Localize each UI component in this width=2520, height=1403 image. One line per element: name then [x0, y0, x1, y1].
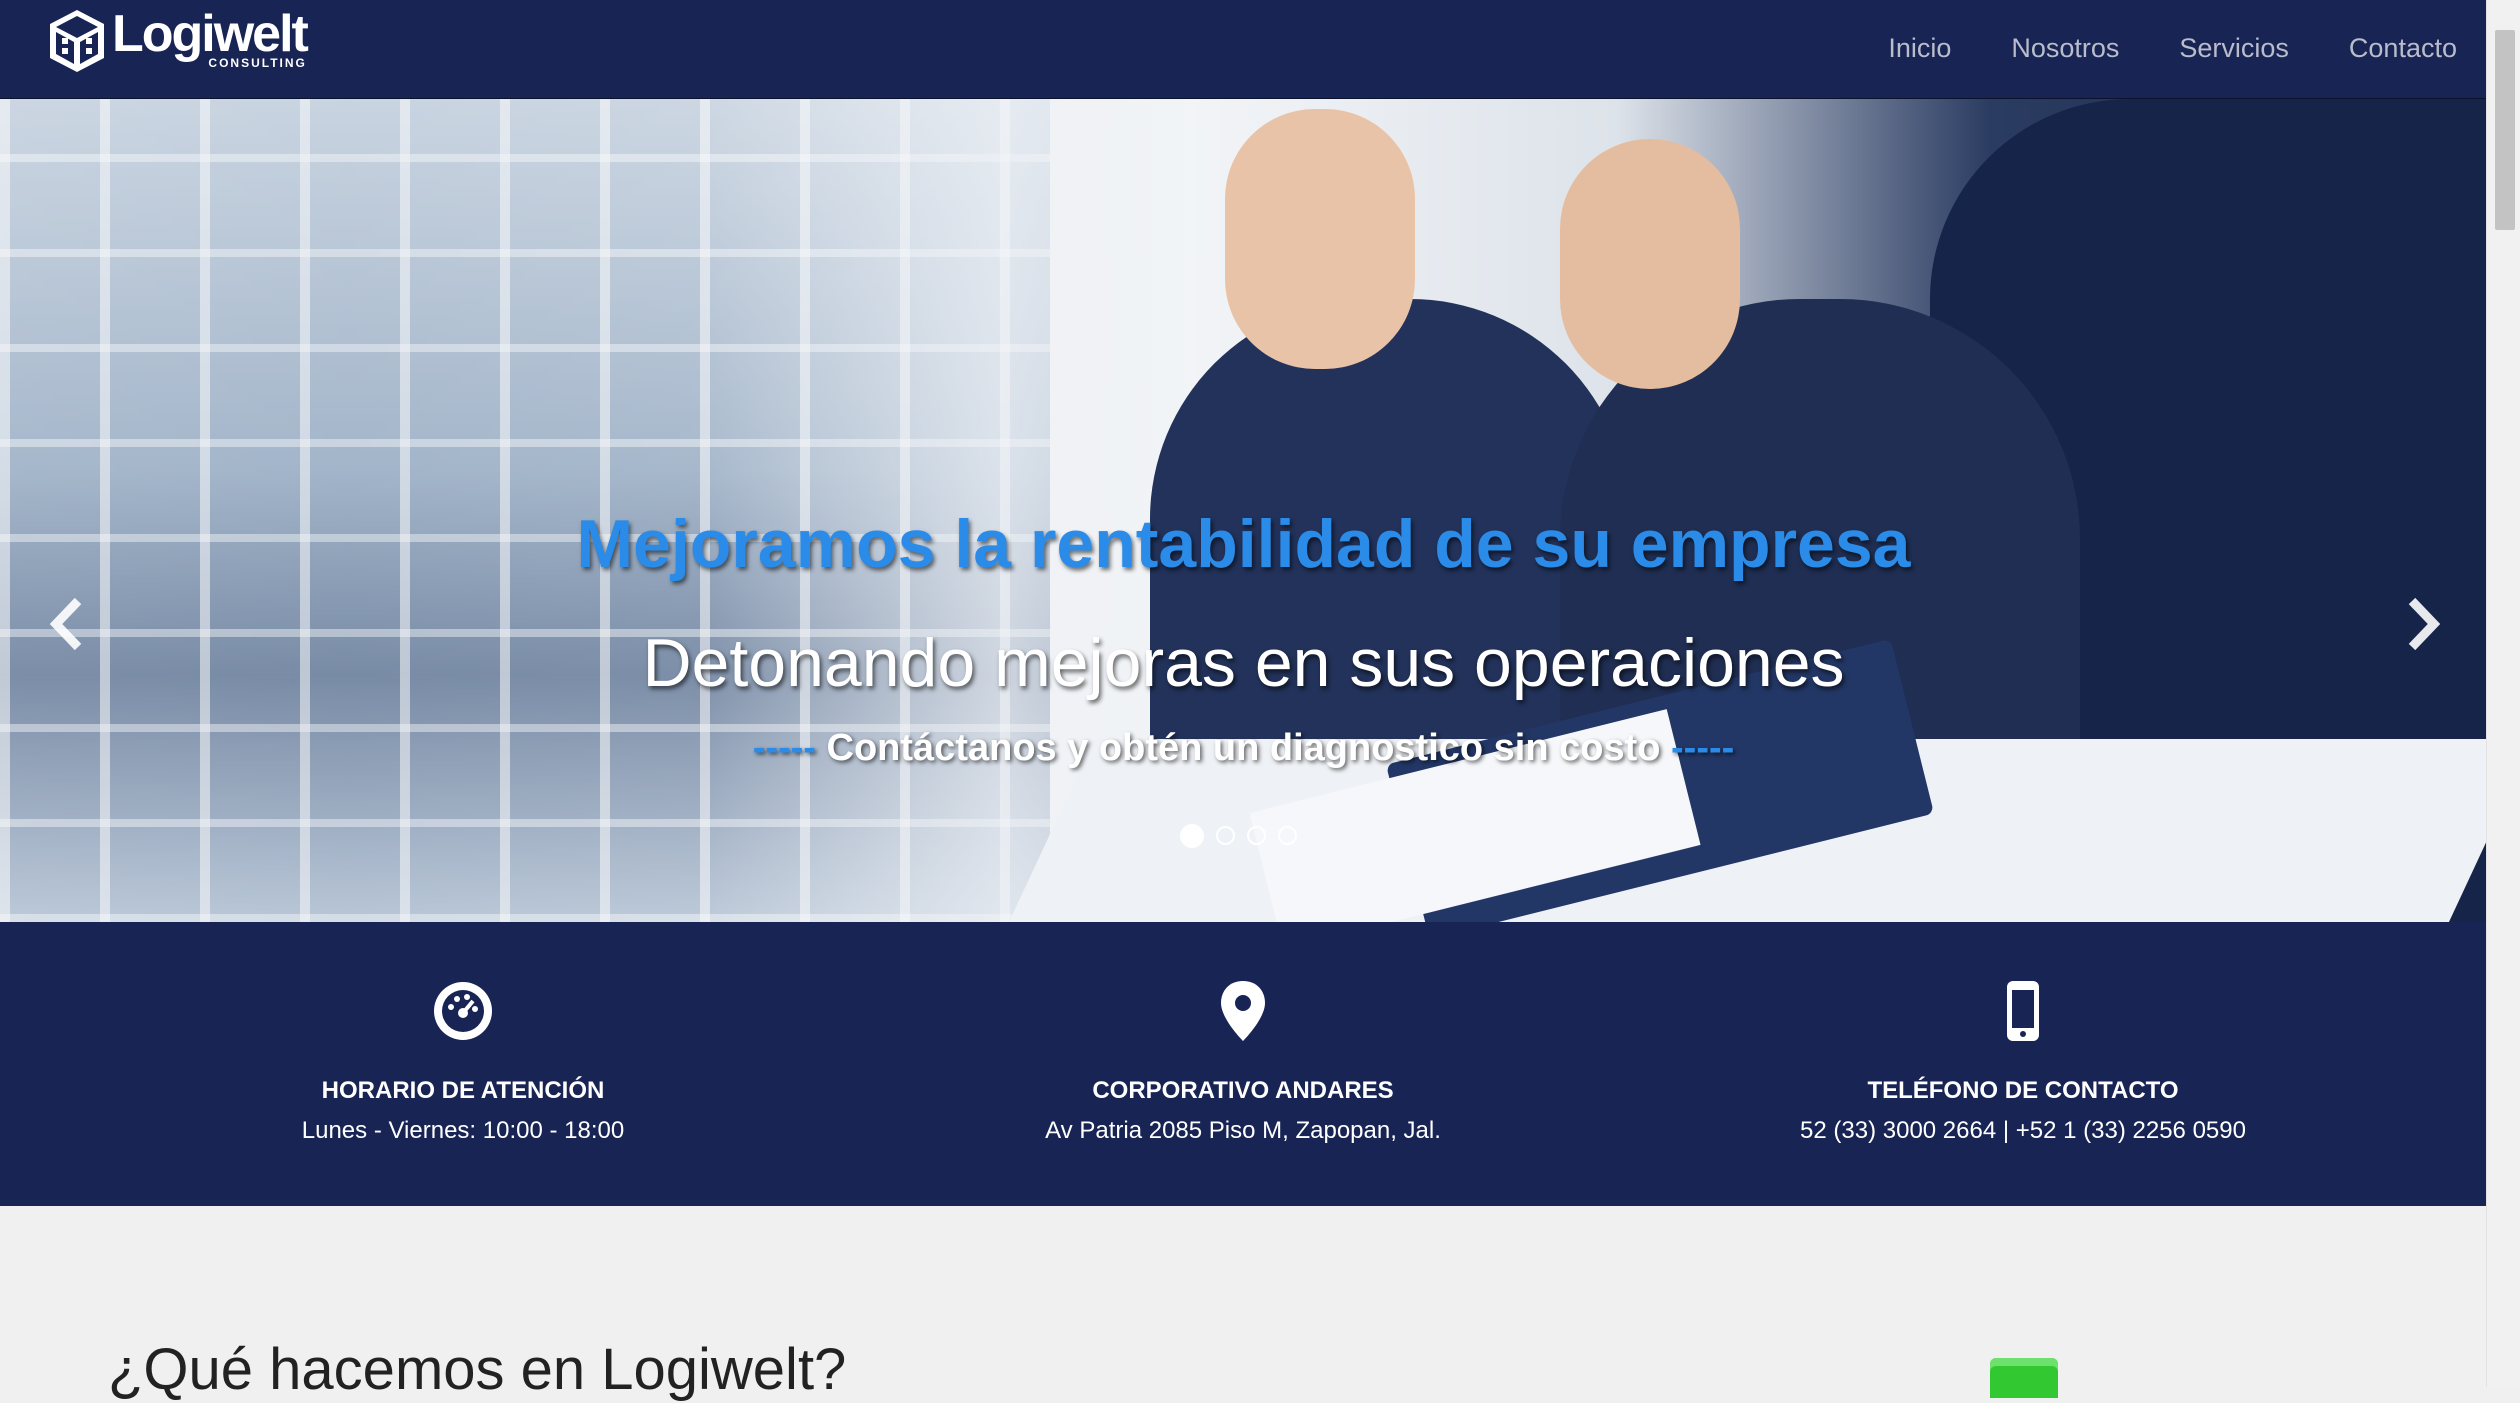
- hero-carousel: Mejoramos la rentabilidad de su empresa …: [0, 99, 2487, 922]
- carousel-caption: Mejoramos la rentabilidad de su empresa …: [0, 99, 2487, 922]
- carousel-indicator-4[interactable]: [1278, 826, 1297, 845]
- info-office-value: Av Patria 2085 Piso M, Zapopan, Jal.: [1045, 1117, 1441, 1144]
- nav-link-contacto[interactable]: Contacto: [2349, 33, 2457, 64]
- contact-info-band: HORARIO DE ATENCIÓN Lunes - Viernes: 10:…: [0, 922, 2487, 1206]
- carousel-indicator-2[interactable]: [1216, 826, 1235, 845]
- dashboard-icon: [434, 982, 492, 1040]
- nav-link-nosotros[interactable]: Nosotros: [2011, 33, 2119, 64]
- carousel-indicator-1[interactable]: [1180, 824, 1204, 848]
- map-pin-icon: [1221, 981, 1265, 1041]
- info-office-title: CORPORATIVO ANDARES: [1092, 1077, 1394, 1104]
- hero-subtitle: Detonando mejoras en sus operaciones: [642, 625, 1845, 701]
- page-scrollbar[interactable]: [2486, 0, 2520, 1387]
- info-hours-value: Lunes - Viernes: 10:00 - 18:00: [301, 1117, 625, 1144]
- info-phone-value: 52 (33) 3000 2664 | +52 1 (33) 2256 0590: [1800, 1117, 2246, 1144]
- hero-title: Mejoramos la rentabilidad de su empresa: [576, 506, 1911, 582]
- brand-logo[interactable]: Logiwelt CONSULTING: [46, 5, 309, 76]
- info-hours-title: HORARIO DE ATENCIÓN: [321, 1077, 605, 1104]
- services-section: ¿Qué hacemos en Logiwelt?: [0, 1206, 2487, 1402]
- main-nav: Inicio Nosotros Servicios Contacto: [1828, 0, 2457, 96]
- info-phone-title: TELÉFONO DE CONTACTO: [1867, 1077, 2179, 1104]
- scrollbar-thumb[interactable]: [2495, 30, 2515, 230]
- mobile-phone-icon: [2007, 981, 2039, 1041]
- logo-cube-icon: [50, 10, 104, 72]
- carousel-indicator-3[interactable]: [1247, 826, 1266, 845]
- carousel-indicators: [1180, 824, 1309, 848]
- nav-link-servicios[interactable]: Servicios: [2179, 33, 2289, 64]
- top-navbar: Logiwelt CONSULTING Inicio Nosotros Serv…: [0, 0, 2487, 100]
- section-heading: ¿Qué hacemos en Logiwelt?: [108, 1337, 847, 1402]
- brand-name: Logiwelt: [112, 5, 309, 63]
- hero-cta-text: ----- Contáctanos y obtén un diagnostico…: [752, 727, 1735, 769]
- carousel-prev-arrow-icon[interactable]: [40, 589, 100, 659]
- carousel-next-arrow-icon[interactable]: [2390, 589, 2450, 659]
- nav-link-inicio[interactable]: Inicio: [1888, 33, 1951, 64]
- green-cube-graphic: [1990, 1358, 2058, 1398]
